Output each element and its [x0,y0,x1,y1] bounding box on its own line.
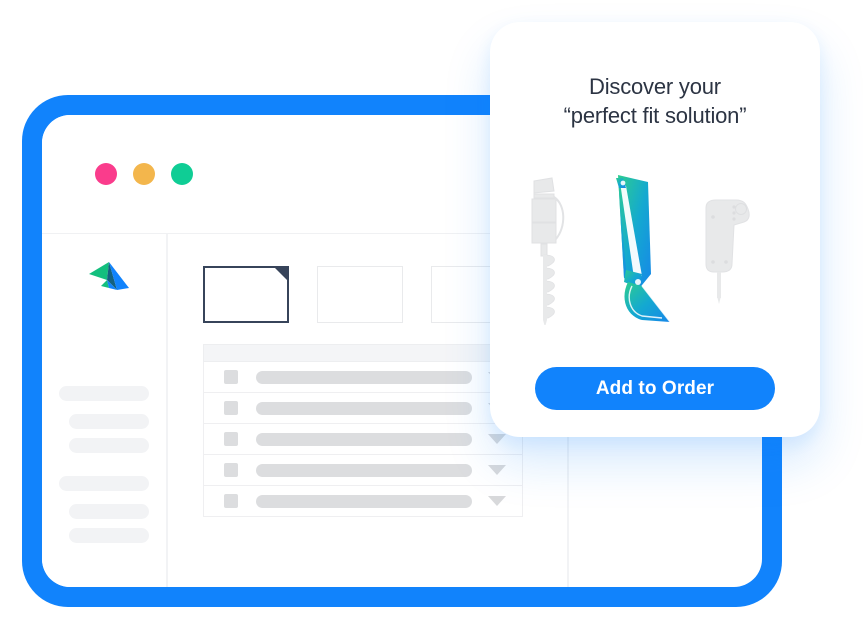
table-row[interactable] [203,393,523,424]
promo-title-line2: “perfect fit solution” [563,103,747,129]
row-label-placeholder [256,463,472,477]
checkbox-icon[interactable] [224,432,238,446]
app-sidebar [42,234,166,587]
excavator-bucket-attachment-icon[interactable] [596,170,691,325]
sidebar-item-placeholder[interactable] [69,528,149,543]
minimize-dot-icon[interactable] [133,163,155,185]
thumbnail-card-1[interactable] [203,266,289,323]
checkbox-icon[interactable] [224,401,238,415]
chevron-down-icon[interactable] [488,465,506,475]
sidebar-item-placeholder[interactable] [69,504,149,519]
row-label-placeholder [256,432,472,446]
traffic-light-dots [95,163,193,185]
sidebar-item-placeholder[interactable] [59,476,149,491]
chevron-down-icon[interactable] [488,434,506,444]
auger-attachment-icon[interactable] [518,175,588,325]
table-row[interactable] [203,486,523,517]
checkbox-icon[interactable] [224,370,238,384]
sidebar-divider [166,234,168,587]
sidebar-item-placeholder[interactable] [59,386,149,401]
promo-title-line1: Discover your [589,74,721,99]
sidebar-item-placeholder[interactable] [69,414,149,429]
folded-corner-icon [275,268,287,280]
screenshot-root: Discover your “perfect fit solution” Add… [0,0,863,629]
chevron-down-icon[interactable] [488,496,506,506]
close-dot-icon[interactable] [95,163,117,185]
add-to-order-button[interactable]: Add to Order [535,367,775,410]
thumbnail-card-2[interactable] [317,266,403,323]
row-label-placeholder [256,370,472,384]
row-label-placeholder [256,401,472,415]
table-row[interactable] [203,362,523,393]
promo-title: Discover your “perfect fit solution” [490,72,820,131]
checkbox-icon[interactable] [224,463,238,477]
checkbox-icon[interactable] [224,494,238,508]
maximize-dot-icon[interactable] [171,163,193,185]
paper-plane-icon[interactable] [87,258,131,298]
product-illustrations [490,170,820,345]
promo-card: Discover your “perfect fit solution” Add… [490,22,820,437]
table-row[interactable] [203,424,523,455]
items-table [203,344,523,517]
table-header [203,344,523,362]
row-label-placeholder [256,494,472,508]
sidebar-item-placeholder[interactable] [69,438,149,453]
table-row[interactable] [203,455,523,486]
hydraulic-breaker-attachment-icon[interactable] [688,192,768,317]
